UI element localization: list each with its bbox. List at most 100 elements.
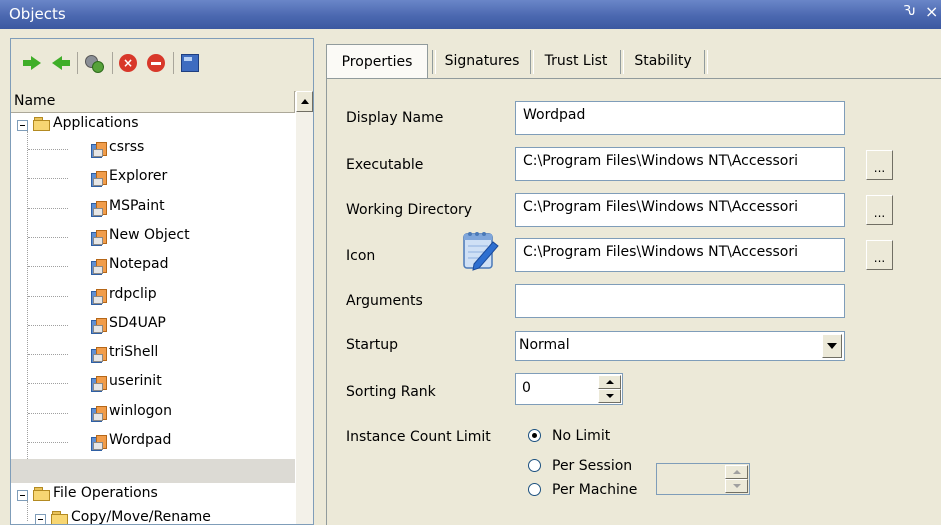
- tree-item-label: userinit: [109, 373, 162, 390]
- tree-connector: [28, 236, 68, 238]
- tree-item-trishell[interactable]: triShell: [11, 342, 295, 366]
- application-icon: [91, 200, 107, 217]
- tab-signatures[interactable]: Signatures: [434, 44, 530, 78]
- instance-count-spinner[interactable]: [656, 463, 750, 495]
- tree-node-applications[interactable]: Applications: [11, 113, 295, 137]
- close-icon[interactable]: ×: [925, 2, 938, 21]
- chevron-down-icon[interactable]: [822, 334, 842, 358]
- sorting-rank-label: Sorting Rank: [346, 384, 436, 400]
- objects-tree-pane: × Name Applications csrss Explorer MSPaint…: [10, 38, 314, 525]
- tree-item-wordpad[interactable]: Wordpad: [11, 430, 295, 454]
- application-icon: [91, 405, 107, 422]
- icon-label: Icon: [346, 248, 376, 264]
- arrow-right-icon[interactable]: [21, 52, 43, 74]
- collapse-icon[interactable]: [17, 120, 28, 131]
- sorting-rank-spinner[interactable]: 0: [515, 373, 623, 405]
- delete-icon[interactable]: ×: [117, 52, 139, 74]
- tree-connector: [28, 178, 68, 180]
- pin-icon[interactable]: Ԅ: [903, 4, 916, 19]
- application-icon: [91, 375, 107, 393]
- spin-up-icon[interactable]: [598, 375, 621, 389]
- startup-label: Startup: [346, 337, 398, 353]
- startup-value: Normal: [519, 337, 570, 353]
- tree-item-explorer[interactable]: Explorer: [11, 166, 295, 190]
- remove-icon[interactable]: [145, 52, 167, 74]
- working-directory-label: Working Directory: [346, 202, 473, 218]
- no-limit-label: No Limit: [552, 428, 611, 444]
- selection-highlight: [11, 459, 295, 483]
- executable-input[interactable]: C:\Program Files\Windows NT\Accessori: [515, 147, 845, 181]
- gears-icon[interactable]: [83, 52, 105, 74]
- application-icon: [91, 229, 107, 246]
- tree-item-csrss[interactable]: csrss: [11, 137, 295, 161]
- tree-node-copy-move-rename[interactable]: Copy/Move/Rename: [11, 507, 295, 525]
- tree-node-label: File Operations: [53, 485, 158, 501]
- working-directory-input[interactable]: C:\Program Files\Windows NT\Accessori: [515, 193, 845, 227]
- spin-up-icon[interactable]: [725, 465, 748, 479]
- tree-item-label: Explorer: [109, 168, 168, 185]
- display-name-label: Display Name: [346, 110, 444, 126]
- per-session-radio[interactable]: [528, 459, 541, 472]
- arrow-left-icon[interactable]: [50, 52, 72, 74]
- spin-down-icon[interactable]: [598, 389, 621, 403]
- objects-titlebar: Objects Ԅ ×: [0, 0, 941, 29]
- tree-item-label: winlogon: [109, 402, 172, 419]
- spin-down-icon[interactable]: [725, 479, 748, 493]
- per-session-label: Per Session: [552, 458, 633, 474]
- tree-item-label: triShell: [109, 344, 159, 361]
- tree-item-label: Wordpad: [109, 432, 172, 448]
- icon-path-input[interactable]: C:\Program Files\Windows NT\Accessori: [515, 238, 845, 272]
- sorting-rank-value: 0: [522, 380, 531, 396]
- export-icon[interactable]: [179, 52, 201, 74]
- collapse-icon[interactable]: [35, 514, 46, 524]
- tree-connector: [28, 412, 68, 414]
- tab-trust-list[interactable]: Trust List: [532, 44, 620, 78]
- tree-item-notepad[interactable]: Notepad: [11, 254, 295, 278]
- per-machine-label: Per Machine: [552, 482, 638, 498]
- tree-connector: [28, 149, 68, 150]
- browse-working-directory-button[interactable]: ...: [866, 195, 893, 225]
- window-title: Objects: [9, 5, 66, 23]
- application-icon: [91, 141, 107, 158]
- application-icon: [91, 170, 107, 188]
- tab-properties[interactable]: Properties: [326, 44, 428, 79]
- arguments-input[interactable]: [515, 284, 845, 318]
- name-column-header[interactable]: Name: [11, 91, 295, 113]
- application-icon: [91, 434, 107, 451]
- browse-executable-button[interactable]: ...: [866, 150, 893, 180]
- tab-separator: [704, 50, 708, 74]
- tree-item-sd4uap[interactable]: SD4UAP: [11, 313, 295, 337]
- notepad-icon: [463, 232, 499, 271]
- collapse-icon[interactable]: [17, 490, 28, 501]
- per-machine-radio[interactable]: [528, 483, 541, 496]
- application-icon: [91, 317, 107, 334]
- tree-item-rdpclip[interactable]: rdpclip: [11, 284, 295, 308]
- application-icon: [91, 258, 107, 276]
- tree-item-mspaint[interactable]: MSPaint: [11, 196, 295, 220]
- instance-count-limit-label: Instance Count Limit: [346, 429, 491, 445]
- tree-item-new-object[interactable]: New Object: [11, 225, 295, 249]
- tree-connector: [28, 442, 68, 443]
- tree-item-userinit[interactable]: userinit: [11, 371, 295, 395]
- tree-connector: [28, 207, 68, 209]
- tree-node-file-operations[interactable]: File Operations: [11, 483, 295, 507]
- folder-icon: [33, 487, 51, 501]
- scroll-up-button[interactable]: [296, 91, 313, 112]
- folder-icon: [33, 117, 51, 131]
- tree-connector: [28, 383, 68, 385]
- display-name-input[interactable]: Wordpad: [515, 101, 845, 135]
- tree-toolbar: ×: [11, 39, 313, 92]
- toolbar-separator: [77, 52, 78, 74]
- tree-item-label: New Object: [109, 226, 190, 243]
- no-limit-radio[interactable]: [528, 429, 541, 442]
- startup-select[interactable]: Normal: [515, 331, 845, 361]
- tree-connector: [28, 266, 68, 268]
- tree-item-label: rdpclip: [109, 285, 157, 302]
- tree-connector: [28, 354, 68, 356]
- tab-stability[interactable]: Stability: [622, 44, 704, 78]
- tree-item-winlogon[interactable]: winlogon: [11, 401, 295, 425]
- arguments-label: Arguments: [346, 293, 423, 309]
- browse-icon-button[interactable]: ...: [866, 240, 893, 270]
- scrollbar-track[interactable]: [296, 112, 313, 524]
- tree-node-label: Copy/Move/Rename: [71, 509, 211, 525]
